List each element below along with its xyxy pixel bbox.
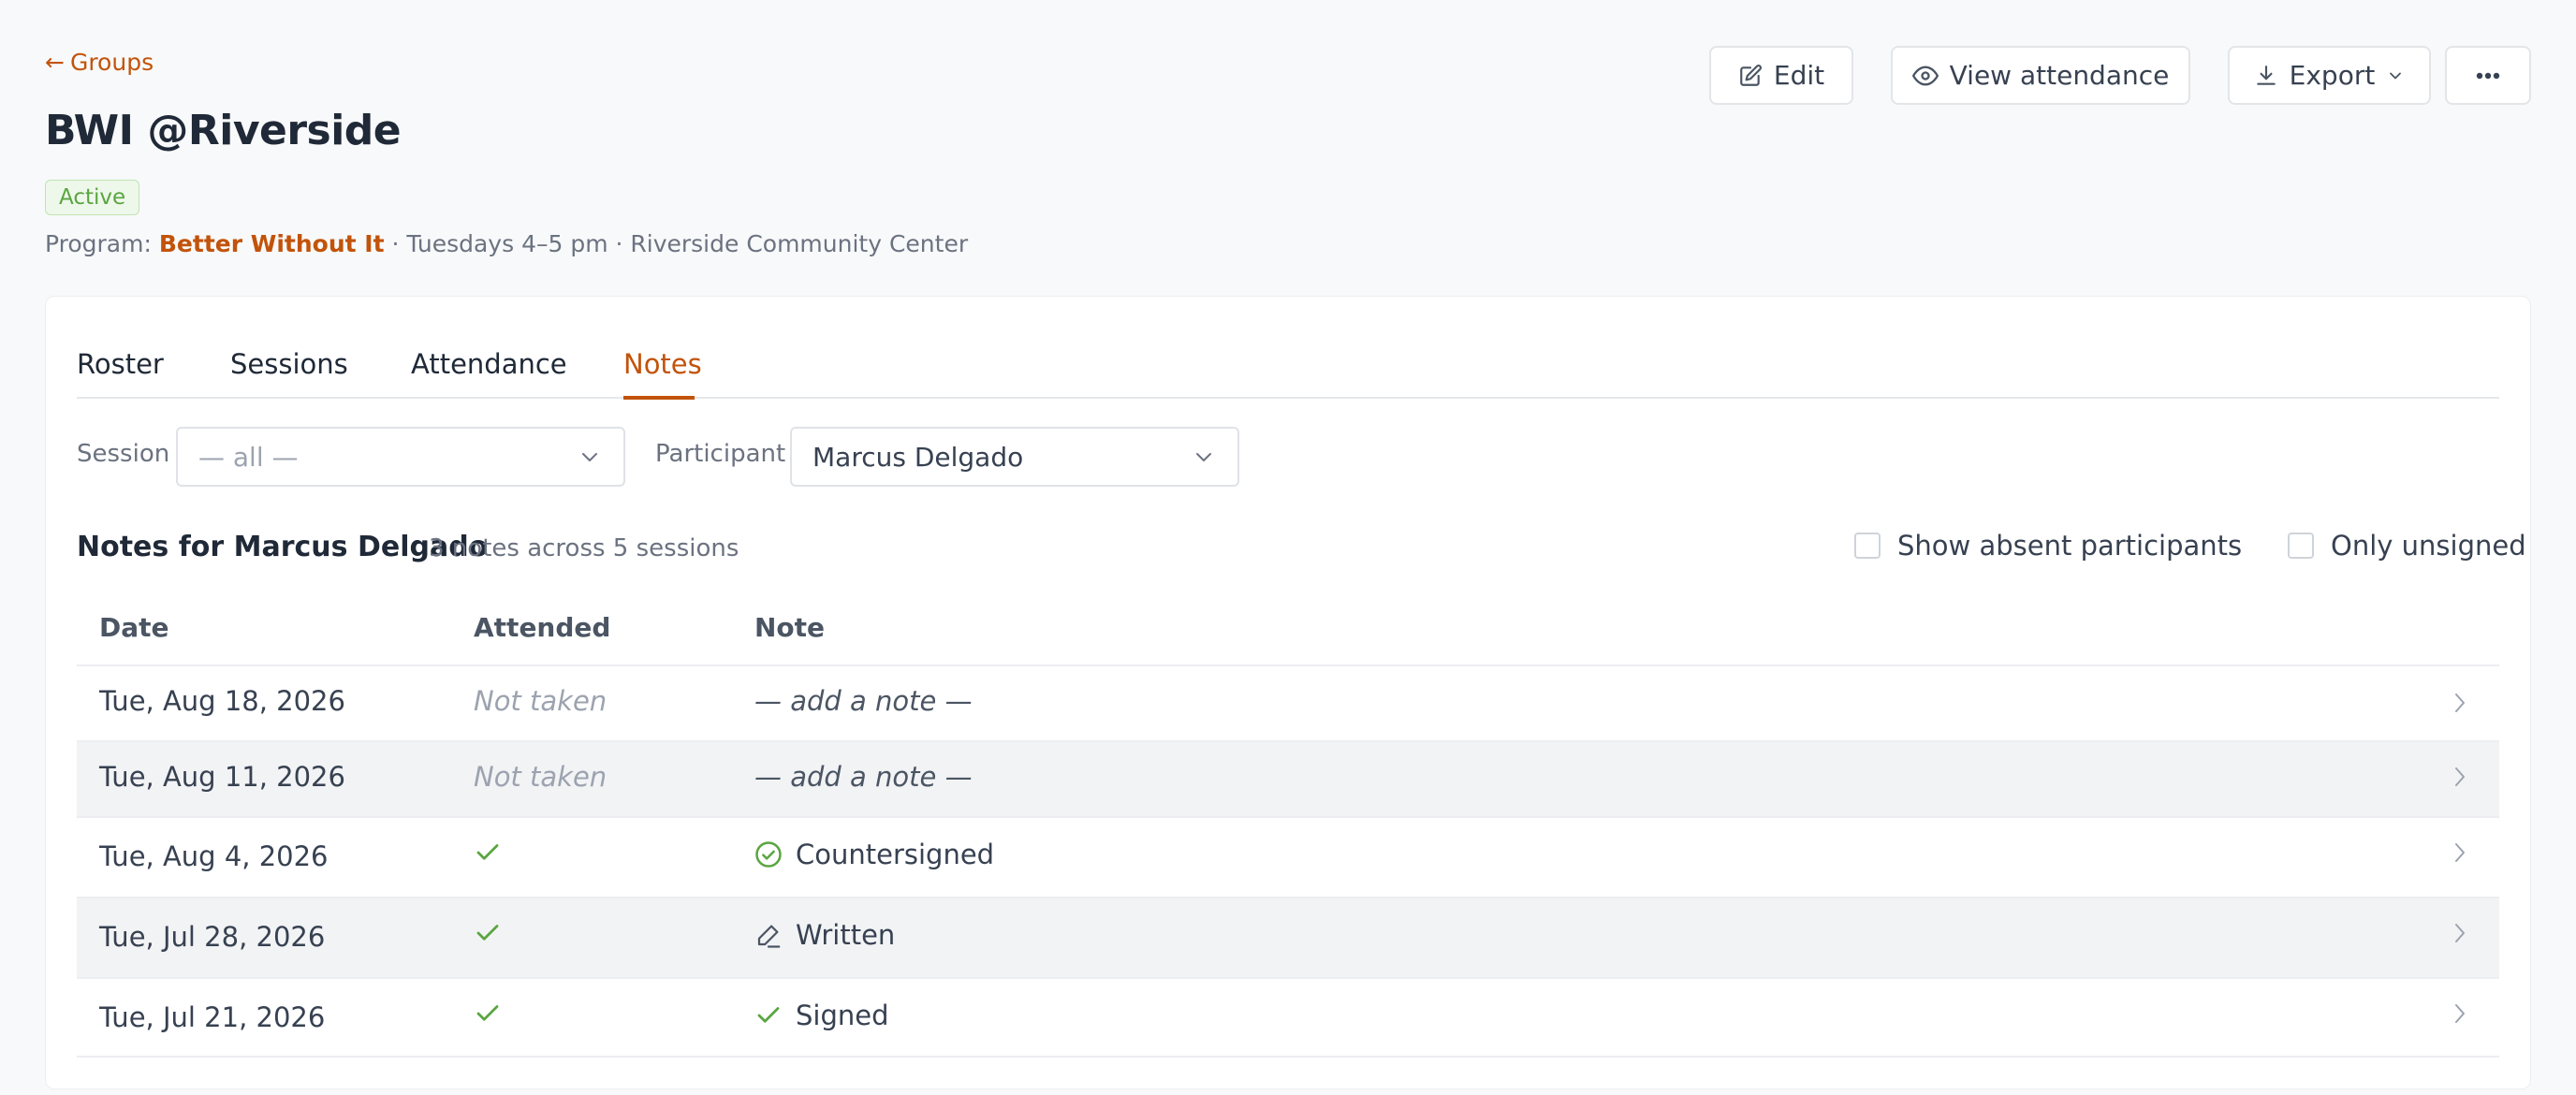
participant-filter-label: Participant — [655, 440, 786, 468]
check-icon — [476, 844, 499, 860]
schedule-text: · Tuesdays 4–5 pm · Riverside Community … — [384, 230, 969, 257]
chevron-right-icon — [2455, 843, 2465, 862]
pencil-icon — [757, 925, 781, 948]
edit-label: Edit — [1773, 60, 1825, 91]
status-badge: Active — [45, 180, 140, 215]
row-date: Tue, Aug 11, 2026 — [99, 761, 345, 793]
chevron-down-icon — [2390, 72, 2402, 79]
arrow-left-icon: ← — [45, 49, 65, 76]
view-attendance-label: View attendance — [1949, 60, 2170, 91]
row-attended: Not taken — [474, 685, 607, 717]
more-options-button[interactable] — [2445, 46, 2531, 105]
session-select-value: — all — — [198, 441, 299, 473]
note-status-label: Countersigned — [796, 839, 995, 870]
checkbox-box[interactable] — [1854, 533, 1881, 559]
chevron-right-icon — [2455, 924, 2465, 942]
more-horizontal-icon — [2476, 72, 2500, 79]
chevron-down-icon — [582, 453, 597, 461]
check-icon — [476, 925, 499, 941]
program-link[interactable]: Better Without It — [159, 230, 385, 257]
table-row[interactable]: Tue, Jul 28, 2026 Written — [77, 897, 2499, 977]
notes-section-title: Notes for Marcus Delgado — [77, 531, 489, 563]
table-row[interactable]: Tue, Aug 18, 2026 Not taken — add a note… — [77, 664, 2499, 740]
program-prefix: Program: — [45, 230, 152, 257]
add-note-label: — add a note — — [754, 761, 973, 793]
edit-button[interactable]: Edit — [1709, 46, 1853, 105]
edit-icon — [1740, 64, 1762, 86]
show-absent-checkbox[interactable]: Show absent participants — [1854, 530, 2242, 562]
tab-notes[interactable]: Notes — [623, 348, 702, 380]
tab-sessions[interactable]: Sessions — [230, 348, 348, 380]
row-date: Tue, Jul 28, 2026 — [99, 921, 326, 953]
only-unsigned-checkbox[interactable]: Only unsigned — [2288, 530, 2526, 562]
row-date: Tue, Aug 4, 2026 — [99, 840, 329, 872]
chevron-right-icon — [2455, 1004, 2465, 1023]
active-tab-indicator — [623, 396, 695, 400]
table-row[interactable]: Tue, Aug 11, 2026 Not taken — add a note… — [77, 740, 2499, 816]
check-icon — [757, 1007, 780, 1023]
only-unsigned-label: Only unsigned — [2331, 530, 2526, 562]
table-bottom-divider — [77, 1056, 2499, 1058]
export-button[interactable]: Export — [2228, 46, 2431, 105]
participant-select[interactable]: Marcus Delgado — [790, 427, 1239, 487]
page-title: BWI @Riverside — [45, 107, 402, 154]
notes-count: 3 notes across 5 sessions — [429, 534, 739, 562]
checkbox-box[interactable] — [2288, 533, 2314, 559]
note-status: Signed — [754, 1000, 889, 1031]
row-date: Tue, Jul 21, 2026 — [99, 1001, 326, 1033]
tab-roster[interactable]: Roster — [77, 348, 164, 380]
back-link-label: Groups — [69, 49, 154, 76]
add-note-label: — add a note — — [754, 685, 973, 717]
participant-select-value: Marcus Delgado — [812, 441, 1024, 473]
add-note-link[interactable]: — add a note — — [754, 685, 973, 717]
tabs-divider — [77, 397, 2499, 399]
note-status: Written — [754, 919, 895, 951]
column-header-date: Date — [99, 612, 169, 643]
row-attended: Not taken — [474, 761, 607, 793]
note-status: Countersigned — [754, 839, 994, 870]
back-to-groups-link[interactable]: ← Groups — [45, 49, 154, 76]
export-label: Export — [2289, 60, 2376, 91]
column-header-note: Note — [754, 612, 826, 643]
column-header-attended: Attended — [474, 612, 611, 643]
chevron-right-icon — [2455, 767, 2465, 786]
show-absent-label: Show absent participants — [1897, 530, 2243, 562]
view-attendance-button[interactable]: View attendance — [1891, 46, 2190, 105]
row-date: Tue, Aug 18, 2026 — [99, 685, 345, 717]
table-row[interactable]: Tue, Aug 4, 2026 Countersigned — [77, 816, 2499, 897]
download-icon — [2256, 65, 2276, 85]
chevron-right-icon — [2455, 694, 2465, 712]
session-select[interactable]: — all — — [176, 427, 625, 487]
add-note-link[interactable]: — add a note — — [754, 761, 973, 793]
check-icon — [476, 1005, 499, 1021]
table-row[interactable]: Tue, Jul 21, 2026 Signed — [77, 977, 2499, 1058]
note-status-label: Signed — [796, 1000, 889, 1031]
note-status-label: Written — [796, 919, 896, 951]
tab-attendance[interactable]: Attendance — [411, 348, 567, 380]
eye-icon — [1911, 66, 1939, 86]
session-filter-label: Session — [77, 440, 170, 468]
group-meta: Program: Better Without It · Tuesdays 4–… — [45, 230, 968, 257]
chevron-down-icon — [1196, 453, 1211, 461]
check-circle-icon — [755, 841, 782, 868]
